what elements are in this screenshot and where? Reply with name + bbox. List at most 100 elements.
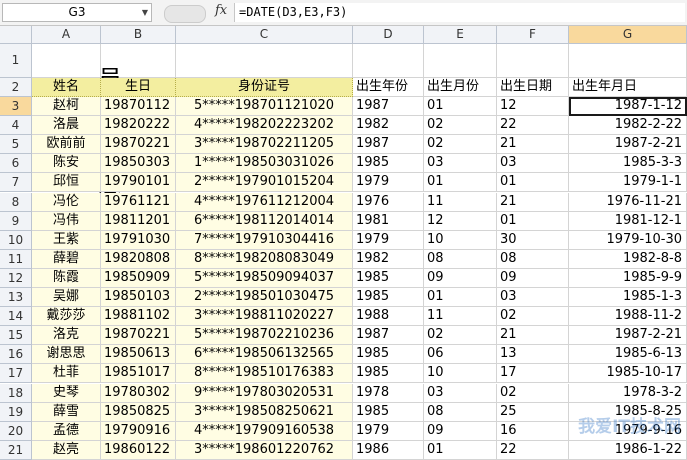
column-header-e[interactable]: E [424,26,497,44]
table-cell[interactable]: 6*****198506132565 [176,345,353,365]
table-cell[interactable]: 邱恒 [32,173,101,193]
table-cell[interactable]: 11 [424,192,497,212]
table-cell[interactable]: 01 [497,173,569,193]
table-cell[interactable]: 赵亮 [32,440,101,460]
table-header-cell[interactable]: 出生日期 [497,78,569,97]
table-cell[interactable]: 01 [424,288,497,308]
table-cell[interactable]: 08 [497,249,569,269]
table-cell[interactable]: 03 [424,383,497,403]
column-header-b[interactable]: B [101,26,176,44]
table-cell[interactable]: 1982 [353,116,424,136]
row-header-13[interactable]: 13 [0,288,32,308]
table-cell[interactable]: 3*****198811020227 [176,307,353,327]
table-cell[interactable]: 19870112 [101,97,176,117]
table-cell[interactable]: 2*****198501030475 [176,288,353,308]
table-cell[interactable]: 1976 [353,192,424,212]
row-header-14[interactable]: 14 [0,307,32,327]
table-cell[interactable]: 19870221 [101,326,176,346]
table-cell[interactable]: 02 [497,383,569,403]
table-cell[interactable]: 1979-10-30 [569,230,687,250]
table-cell[interactable]: 1985 [353,364,424,384]
row-header-21[interactable]: 21 [0,440,32,460]
table-cell[interactable]: 16 [497,421,569,441]
table-cell[interactable]: 1985 [353,288,424,308]
table-cell[interactable]: 19860122 [101,440,176,460]
table-cell[interactable]: 03 [424,154,497,174]
table-cell[interactable]: 01 [424,173,497,193]
table-cell[interactable]: 11 [424,307,497,327]
column-header-g[interactable]: G [569,26,687,44]
table-cell[interactable]: 01 [497,211,569,231]
table-cell[interactable]: 1988-11-2 [569,307,687,327]
table-cell[interactable]: 09 [424,421,497,441]
column-header-c[interactable]: C [176,26,353,44]
table-cell[interactable]: 01 [424,97,497,117]
table-cell[interactable]: 12 [497,97,569,117]
table-cell[interactable]: 09 [497,268,569,288]
table-cell[interactable]: 赵柯 [32,97,101,117]
chevron-down-icon[interactable]: ▼ [142,4,148,21]
formula-input[interactable]: =DATE(D3,E3,F3) [234,3,685,22]
table-cell[interactable]: 19850613 [101,345,176,365]
table-cell[interactable]: 09 [424,268,497,288]
table-cell[interactable]: 13 [497,345,569,365]
table-cell[interactable]: 9*****197803020531 [176,383,353,403]
table-cell[interactable]: 19820808 [101,249,176,269]
cell[interactable] [497,44,569,78]
row-header-16[interactable]: 16 [0,345,32,365]
table-cell[interactable]: 19850303 [101,154,176,174]
table-cell[interactable]: 19820222 [101,116,176,136]
table-cell[interactable]: 19780302 [101,383,176,403]
table-cell[interactable]: 19870221 [101,135,176,155]
table-cell[interactable]: 1987 [353,97,424,117]
table-cell[interactable]: 17 [497,364,569,384]
row-header-12[interactable]: 12 [0,268,32,288]
table-cell[interactable]: 史琴 [32,383,101,403]
table-cell[interactable]: 薛碧 [32,249,101,269]
row-header-1[interactable]: 1 [0,44,32,78]
table-cell[interactable]: 08 [424,249,497,269]
table-cell[interactable]: 1985 [353,402,424,422]
table-cell[interactable]: 1988 [353,307,424,327]
table-header-cell[interactable]: 出生年月日 [569,78,687,97]
table-cell[interactable]: 1976-11-21 [569,192,687,212]
table-cell[interactable]: 19790916 [101,421,176,441]
table-cell[interactable]: 王紫 [32,230,101,250]
table-cell[interactable]: 4*****197611212004 [176,192,353,212]
formula-bar-splitter[interactable] [164,5,206,23]
table-cell[interactable]: 1*****198503031026 [176,154,353,174]
table-cell[interactable]: 12 [424,211,497,231]
table-cell[interactable]: 30 [497,230,569,250]
table-cell[interactable]: 4*****198202223202 [176,116,353,136]
column-header-f[interactable]: F [497,26,569,44]
table-cell[interactable]: 1979 [353,421,424,441]
table-cell[interactable]: 10 [424,230,497,250]
table-cell[interactable]: 08 [424,402,497,422]
table-cell[interactable]: 8*****198510176383 [176,364,353,384]
table-cell[interactable]: 19881102 [101,307,176,327]
table-cell[interactable]: 1978 [353,383,424,403]
cell[interactable] [569,44,687,78]
row-header-17[interactable]: 17 [0,364,32,384]
table-cell[interactable]: 19850909 [101,268,176,288]
table-cell[interactable]: 冯伟 [32,211,101,231]
table-cell[interactable]: 22 [497,116,569,136]
table-cell[interactable]: 1987-2-21 [569,135,687,155]
table-header-cell[interactable]: 身份证号 [176,78,353,97]
row-header-7[interactable]: 7 [0,173,32,193]
table-cell[interactable]: 1987 [353,326,424,346]
table-cell[interactable]: 1978-3-2 [569,383,687,403]
table-cell[interactable]: 1985 [353,345,424,365]
insert-function-icon[interactable]: fx [215,3,227,18]
table-cell[interactable]: 1981-12-1 [569,211,687,231]
table-header-cell[interactable]: 出生年份 [353,78,424,97]
table-cell[interactable]: 19850825 [101,402,176,422]
table-cell[interactable]: 1986-1-22 [569,440,687,460]
table-cell[interactable]: 21 [497,135,569,155]
table-cell[interactable]: 1986 [353,440,424,460]
table-cell[interactable]: 21 [497,192,569,212]
cell[interactable] [353,44,424,78]
table-cell[interactable]: 01 [424,440,497,460]
table-cell[interactable]: 21 [497,326,569,346]
row-header-4[interactable]: 4 [0,116,32,136]
